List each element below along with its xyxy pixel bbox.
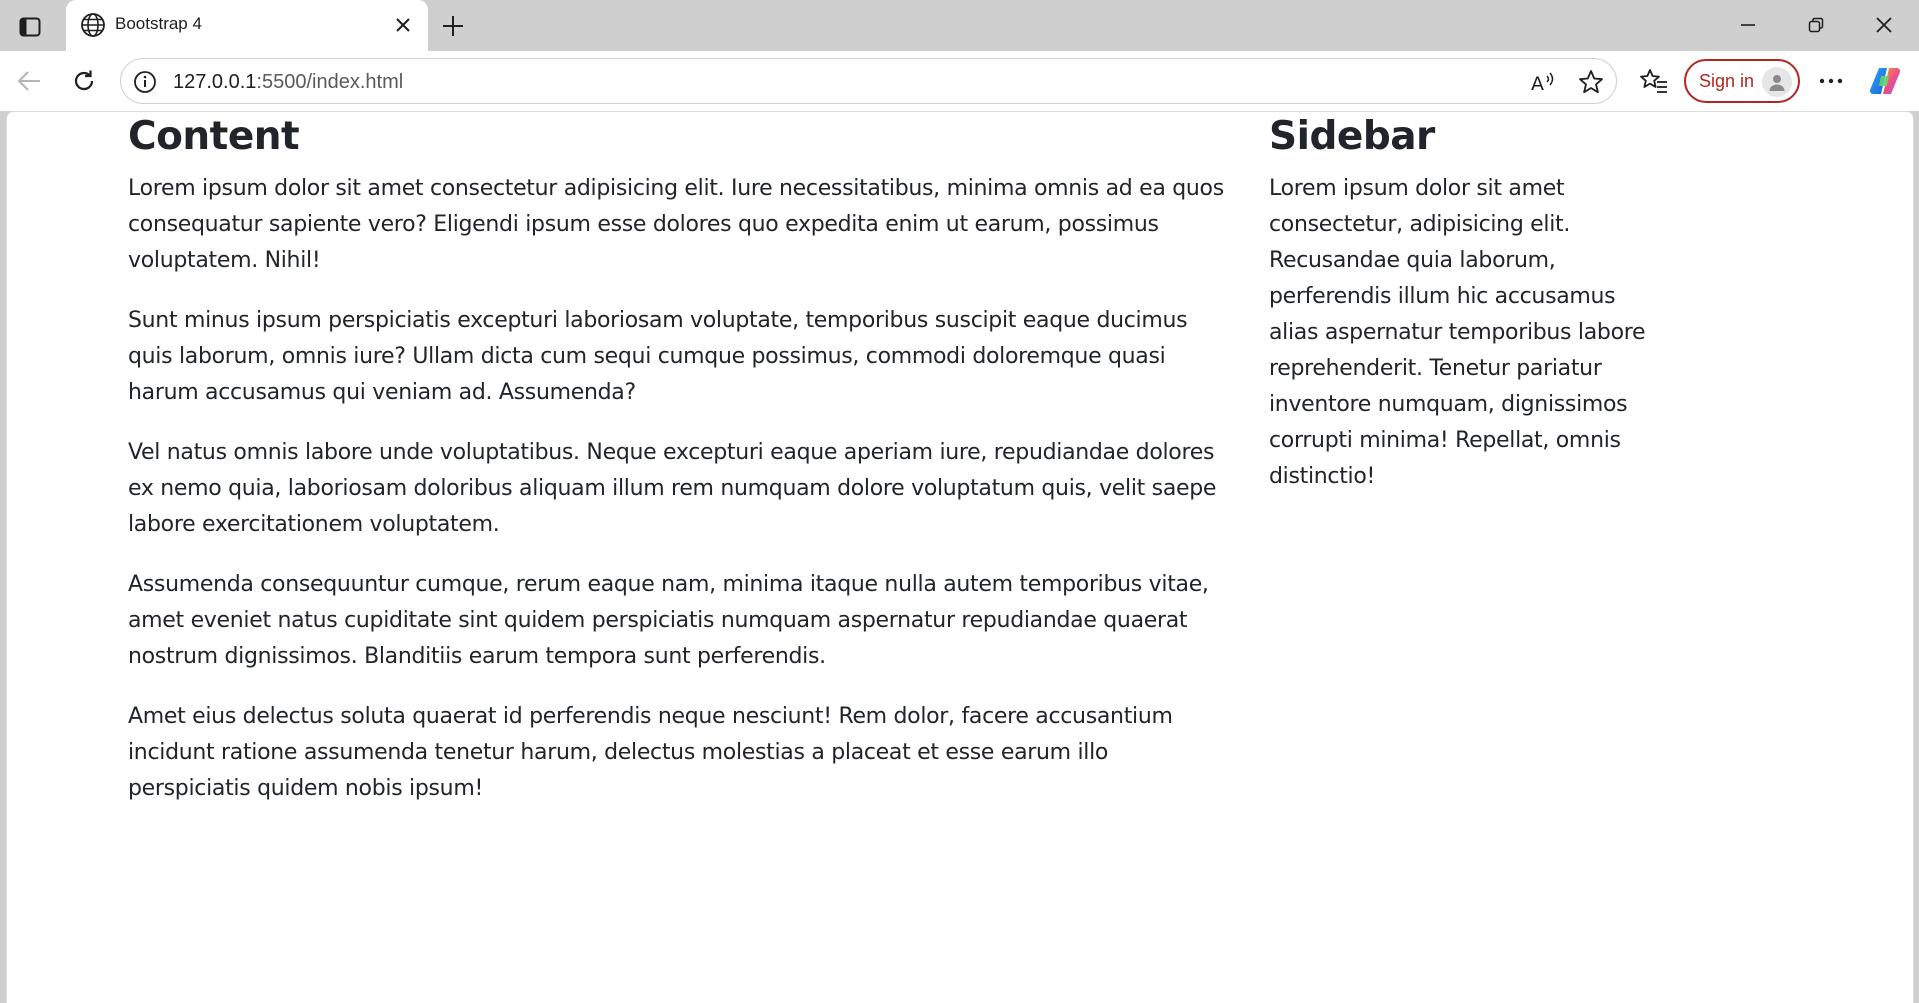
new-tab-button[interactable] xyxy=(436,9,470,43)
url-path: :5500/index.html xyxy=(256,71,404,93)
copilot-button[interactable] xyxy=(1866,62,1904,100)
sign-in-label: Sign in xyxy=(1699,71,1755,91)
content-paragraph-2: Sunt minus ipsum perspiciatis excepturi … xyxy=(128,307,1188,405)
tab-actions-button[interactable] xyxy=(12,12,48,42)
sidebar-heading: Sidebar xyxy=(1269,114,1435,159)
browser-toolbar: 127.0.0.1:5500/index.html A Sign in xyxy=(0,51,1919,111)
restore-button[interactable] xyxy=(1788,6,1844,44)
favorites-icon xyxy=(1640,68,1668,94)
read-aloud-icon[interactable]: A xyxy=(1529,67,1559,97)
arrow-left-icon xyxy=(16,70,42,92)
sidebar-paragraph: Lorem ipsum dolor sit amet consectetur, … xyxy=(1269,175,1646,489)
content-paragraph-3: Vel natus omnis labore unde voluptatibus… xyxy=(128,439,1217,537)
back-button[interactable] xyxy=(10,62,48,100)
close-icon[interactable] xyxy=(390,12,416,38)
content-paragraph-5: Amet eius delectus soluta quaerat id per… xyxy=(128,703,1173,801)
sign-in-button[interactable]: Sign in xyxy=(1684,59,1800,103)
reload-icon xyxy=(71,68,97,94)
content-paragraph-1: Lorem ipsum dolor sit amet consectetur a… xyxy=(128,175,1224,273)
tab-title: Bootstrap 4 xyxy=(115,14,202,33)
active-tab[interactable]: Bootstrap 4 xyxy=(66,0,428,51)
site-info-icon[interactable] xyxy=(131,68,159,96)
window-close-button[interactable] xyxy=(1856,6,1912,44)
copilot-icon xyxy=(1869,66,1901,96)
settings-more-button[interactable] xyxy=(1812,62,1850,100)
plus-icon xyxy=(442,15,464,37)
content-paragraph-4: Assumenda consequuntur cumque, rerum eaq… xyxy=(128,571,1209,669)
globe-icon xyxy=(80,12,106,38)
close-icon xyxy=(1875,16,1893,34)
more-icon xyxy=(1819,78,1843,84)
star-icon[interactable] xyxy=(1576,67,1606,97)
minimize-button[interactable] xyxy=(1720,6,1776,44)
content-column: Content Lorem ipsum dolor sit amet conse… xyxy=(128,112,1228,831)
favorites-button[interactable] xyxy=(1635,62,1673,100)
avatar-icon xyxy=(1762,67,1792,97)
page-viewport: Content Lorem ipsum dolor sit amet conse… xyxy=(6,111,1914,1003)
minimize-icon xyxy=(1740,17,1756,33)
content-heading: Content xyxy=(128,114,300,159)
svg-text:A: A xyxy=(1531,73,1544,94)
reload-button[interactable] xyxy=(65,62,103,100)
url-text[interactable]: 127.0.0.1:5500/index.html xyxy=(173,71,403,94)
url-host: 127.0.0.1 xyxy=(173,71,257,93)
sidebar-column: Sidebar Lorem ipsum dolor sit amet conse… xyxy=(1269,112,1659,495)
restore-icon xyxy=(1808,17,1824,33)
tab-actions-icon xyxy=(19,17,41,37)
tab-strip: Bootstrap 4 xyxy=(0,0,1919,51)
address-bar[interactable]: 127.0.0.1:5500/index.html A xyxy=(120,58,1617,104)
